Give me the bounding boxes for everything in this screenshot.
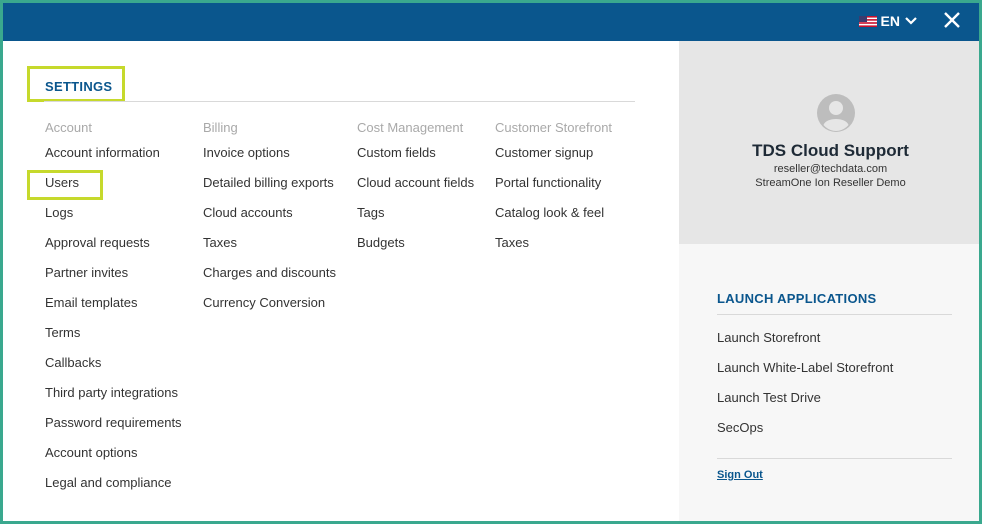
us-flag-icon	[858, 15, 877, 27]
user-avatar-icon	[817, 94, 855, 132]
launch-applications-panel: LAUNCH APPLICATIONS Launch Storefront La…	[679, 244, 979, 521]
menu-item-third-party-integrations[interactable]: Third party integrations	[45, 383, 182, 413]
launch-divider	[717, 314, 952, 315]
settings-menu-overlay: EN SETTINGS Account Account information …	[0, 0, 982, 524]
menu-item-legal-and-compliance[interactable]: Legal and compliance	[45, 473, 182, 503]
profile-panel: TDS Cloud Support reseller@techdata.com …	[679, 41, 979, 244]
launch-list: Launch Storefront Launch White-Label Sto…	[717, 328, 893, 448]
column-heading-cost-management: Cost Management	[357, 120, 464, 135]
language-label: EN	[880, 13, 900, 29]
launch-white-label-storefront-link[interactable]: Launch White-Label Storefront	[717, 358, 893, 388]
settings-title: SETTINGS	[45, 79, 113, 94]
cost-management-column: Cost Management Custom fields Cloud acco…	[357, 118, 474, 263]
top-bar: EN	[3, 3, 979, 41]
menu-item-storefront-taxes[interactable]: Taxes	[495, 233, 612, 263]
menu-item-custom-fields[interactable]: Custom fields	[357, 143, 474, 173]
menu-item-callbacks[interactable]: Callbacks	[45, 353, 182, 383]
menu-item-currency-conversion[interactable]: Currency Conversion	[203, 293, 336, 323]
menu-item-logs[interactable]: Logs	[45, 203, 182, 233]
language-selector[interactable]: EN	[858, 13, 917, 29]
menu-item-account-information[interactable]: Account information	[45, 143, 182, 173]
menu-item-customer-signup[interactable]: Customer signup	[495, 143, 612, 173]
menu-item-detailed-billing-exports[interactable]: Detailed billing exports	[203, 173, 336, 203]
profile-organization: StreamOne Ion Reseller Demo	[755, 177, 906, 189]
menu-item-portal-functionality[interactable]: Portal functionality	[495, 173, 612, 203]
column-heading-billing: Billing	[203, 120, 238, 135]
menu-item-partner-invites[interactable]: Partner invites	[45, 263, 182, 293]
customer-storefront-column: Customer Storefront Customer signup Port…	[495, 118, 612, 263]
column-heading-customer-storefront: Customer Storefront	[495, 120, 613, 135]
profile-email: reseller@techdata.com	[773, 163, 888, 175]
secops-link[interactable]: SecOps	[717, 418, 893, 448]
menu-item-email-templates[interactable]: Email templates	[45, 293, 182, 323]
menu-item-charges-and-discounts[interactable]: Charges and discounts	[203, 263, 336, 293]
menu-item-approval-requests[interactable]: Approval requests	[45, 233, 182, 263]
menu-item-budgets[interactable]: Budgets	[357, 233, 474, 263]
sign-out-divider	[717, 458, 952, 459]
menu-item-cloud-account-fields[interactable]: Cloud account fields	[357, 173, 474, 203]
users-item-highlight	[27, 170, 103, 200]
menu-item-terms[interactable]: Terms	[45, 323, 182, 353]
menu-item-password-requirements[interactable]: Password requirements	[45, 413, 182, 443]
menu-item-billing-taxes[interactable]: Taxes	[203, 233, 336, 263]
menu-item-tags[interactable]: Tags	[357, 203, 474, 233]
profile-name: TDS Cloud Support	[752, 141, 909, 160]
chevron-down-icon	[905, 17, 917, 25]
close-icon[interactable]	[943, 11, 961, 29]
sign-out-link[interactable]: Sign Out	[717, 469, 763, 481]
menu-item-account-options[interactable]: Account options	[45, 443, 182, 473]
settings-divider	[44, 101, 635, 102]
billing-column: Billing Invoice options Detailed billing…	[203, 118, 336, 323]
menu-item-catalog-look-and-feel[interactable]: Catalog look & feel	[495, 203, 612, 233]
launch-applications-title: LAUNCH APPLICATIONS	[717, 291, 877, 306]
menu-item-invoice-options[interactable]: Invoice options	[203, 143, 336, 173]
column-heading-account: Account	[45, 120, 92, 135]
launch-test-drive-link[interactable]: Launch Test Drive	[717, 388, 893, 418]
launch-storefront-link[interactable]: Launch Storefront	[717, 328, 893, 358]
menu-item-cloud-accounts[interactable]: Cloud accounts	[203, 203, 336, 233]
